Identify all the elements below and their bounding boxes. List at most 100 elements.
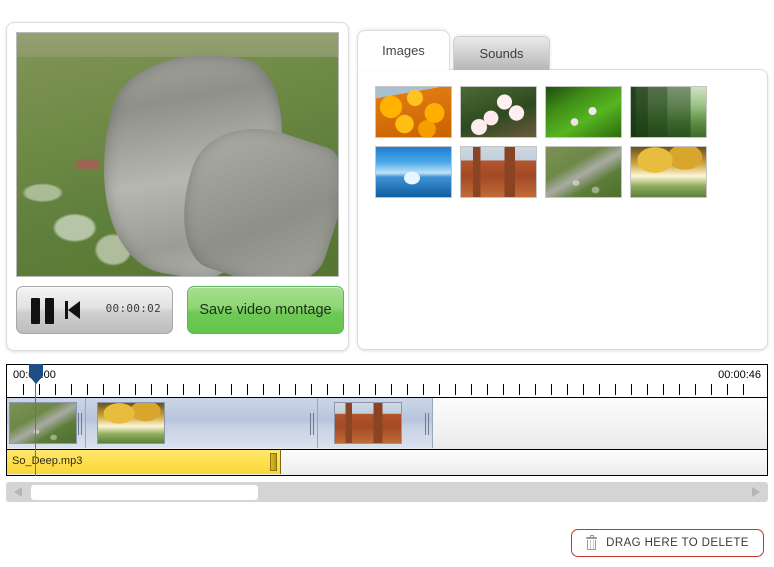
thumbnail-desert-buttes[interactable] [460, 146, 537, 198]
scroll-left-button[interactable] [9, 482, 29, 502]
ruler-tick [343, 384, 344, 395]
ruler-tick [183, 384, 184, 395]
ruler-tick [231, 384, 232, 395]
ruler-tick [727, 384, 728, 395]
ruler-tick [247, 384, 248, 395]
ruler-tick [535, 384, 536, 395]
ruler-tick [407, 384, 408, 395]
tab-images[interactable]: Images [357, 30, 450, 70]
ruler-tick [695, 384, 696, 395]
ruler-ticks [7, 383, 767, 395]
library-body [357, 69, 768, 350]
thumbnail-green-leaves[interactable] [545, 86, 622, 138]
top-area: 00:00:02 Save video montage Images Sound… [0, 0, 774, 358]
video-track[interactable] [6, 398, 768, 450]
thumbnail-blue-iceberg[interactable] [375, 146, 452, 198]
clip-autumn-tree-resize-handle[interactable] [308, 413, 317, 435]
ruler-end-time: 00:00:46 [718, 369, 761, 381]
ruler-tick [455, 384, 456, 395]
clip-stream-meadow[interactable] [7, 398, 86, 448]
scrollbar-thumb[interactable] [31, 485, 258, 500]
ruler-tick [55, 384, 56, 395]
ruler-tick [647, 384, 648, 395]
audio-clip-label: So_Deep.mp3 [12, 455, 83, 467]
audio-clip-resize-handle[interactable] [270, 453, 277, 471]
tab-strip: Images Sounds [357, 30, 768, 70]
ruler-tick [679, 384, 680, 395]
ruler-tick [583, 384, 584, 395]
timeline-scrollbar[interactable] [6, 482, 768, 502]
ruler-tick [519, 384, 520, 395]
thumbnail-autumn-tree[interactable] [630, 146, 707, 198]
ruler-tick [615, 384, 616, 395]
playhead-icon-body [29, 364, 43, 376]
transport-row: 00:00:02 Save video montage [16, 286, 344, 338]
skip-back-icon-triangle [68, 301, 80, 319]
caret-left-icon [14, 487, 22, 497]
playhead-icon-point [29, 376, 43, 384]
ruler-tick [215, 384, 216, 395]
ruler-tick [711, 384, 712, 395]
ruler-tick [743, 384, 744, 395]
media-library: Images Sounds [357, 30, 768, 350]
video-clip-list [7, 398, 433, 448]
ruler-tick [119, 384, 120, 395]
ruler-tick [503, 384, 504, 395]
delete-zone-label: DRAG HERE TO DELETE [606, 537, 749, 549]
ruler-tick [663, 384, 664, 395]
trash-icon [586, 534, 598, 550]
ruler-tick [23, 384, 24, 395]
audio-clip[interactable]: So_Deep.mp3 [7, 450, 281, 474]
clip-autumn-tree[interactable] [86, 398, 318, 448]
time-display: 00:00:02 [105, 302, 161, 315]
ruler-tick [311, 384, 312, 395]
drag-here-to-delete-zone[interactable]: DRAG HERE TO DELETE [571, 529, 764, 557]
ruler-tick [599, 384, 600, 395]
thumbnail-pink-blossoms[interactable] [460, 86, 537, 138]
ruler-tick [439, 384, 440, 395]
ruler-tick [391, 384, 392, 395]
tab-sounds[interactable]: Sounds [453, 36, 550, 70]
ruler-tick [471, 384, 472, 395]
skip-back-button[interactable] [65, 301, 81, 320]
ruler-tick [199, 384, 200, 395]
preview-panel: 00:00:02 Save video montage [6, 22, 349, 351]
clip-desert-buttes[interactable] [318, 398, 433, 448]
thumbnail-stream-meadow[interactable] [545, 146, 622, 198]
clip-desert-buttes-thumbnail [334, 402, 402, 444]
clip-stream-meadow-thumbnail [9, 402, 77, 444]
clip-autumn-tree-thumbnail [97, 402, 165, 444]
audio-track[interactable]: So_Deep.mp3 [6, 450, 768, 476]
ruler-tick [327, 384, 328, 395]
ruler-tick [263, 384, 264, 395]
thumbnail-orange-flowers[interactable] [375, 86, 452, 138]
ruler-tick [71, 384, 72, 395]
ruler-tick [279, 384, 280, 395]
timeline-ruler[interactable]: 00:00:00 00:00:46 [6, 364, 768, 398]
ruler-tick [567, 384, 568, 395]
pause-icon-bar-right [45, 298, 54, 324]
thumbnail-grid [375, 86, 707, 198]
clip-desert-buttes-resize-handle[interactable] [423, 413, 432, 435]
ruler-tick [551, 384, 552, 395]
ruler-tick [167, 384, 168, 395]
video-preview[interactable] [16, 32, 339, 277]
ruler-tick [87, 384, 88, 395]
player-controls: 00:00:02 [16, 286, 173, 334]
playhead-handle[interactable] [29, 364, 43, 384]
ruler-tick [359, 384, 360, 395]
scroll-right-button[interactable] [745, 482, 765, 502]
ruler-tick [151, 384, 152, 395]
caret-right-icon [752, 487, 760, 497]
ruler-tick [423, 384, 424, 395]
save-video-montage-button[interactable]: Save video montage [187, 286, 344, 334]
pause-icon-bar-left [31, 298, 40, 324]
clip-stream-meadow-resize-handle[interactable] [76, 413, 85, 435]
ruler-tick [295, 384, 296, 395]
ruler-tick [375, 384, 376, 395]
pause-button[interactable] [30, 298, 58, 324]
thumbnail-forest-path[interactable] [630, 86, 707, 138]
ruler-tick [487, 384, 488, 395]
ruler-tick [103, 384, 104, 395]
ruler-tick [39, 384, 40, 395]
